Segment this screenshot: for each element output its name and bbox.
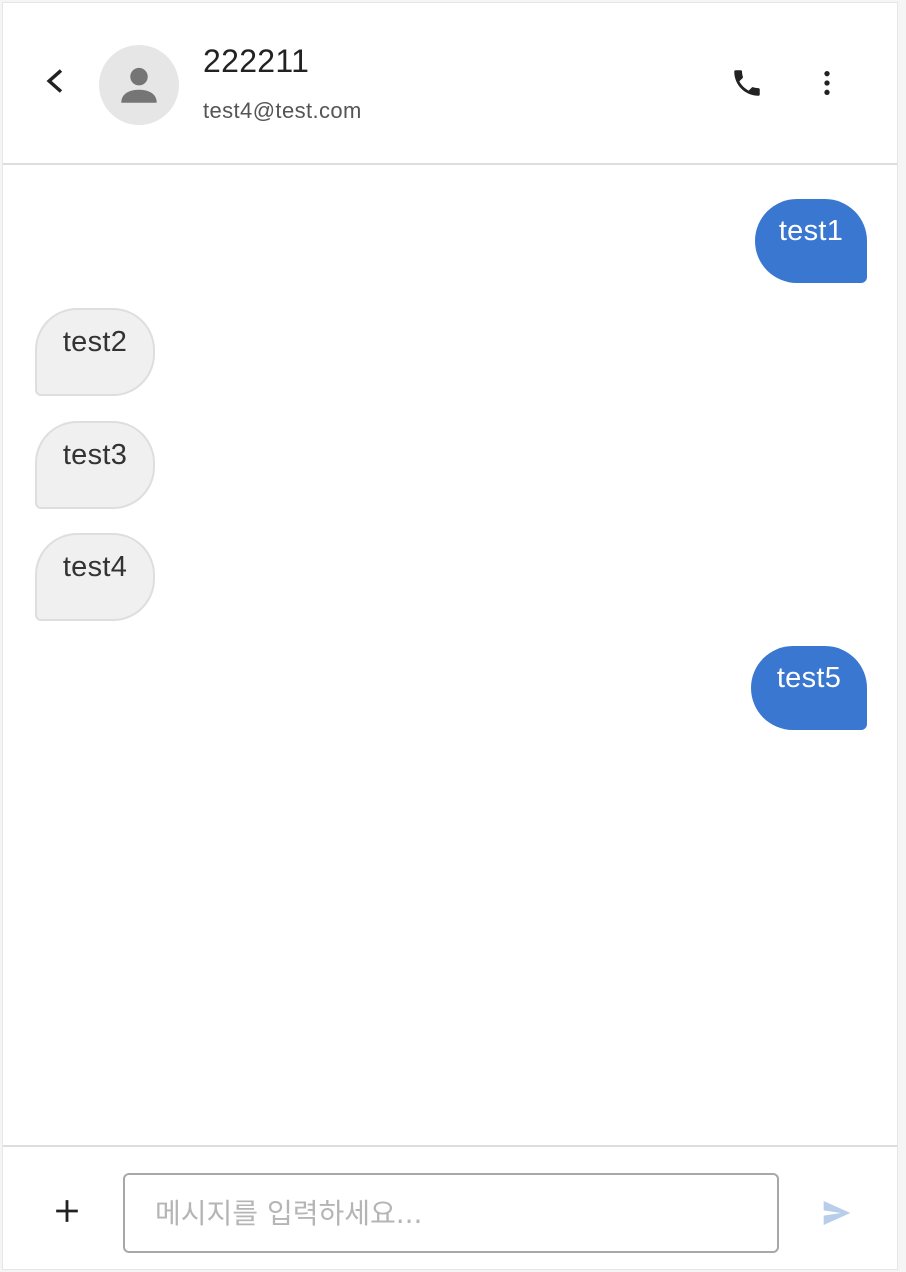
send-icon [823, 1201, 851, 1225]
message-bubble-received[interactable]: test4 [35, 533, 155, 621]
send-button[interactable] [811, 1189, 863, 1237]
chevron-left-icon [46, 69, 63, 93]
message-bubble-received[interactable]: test3 [35, 421, 155, 509]
message-bubble-sent[interactable]: test1 [755, 199, 867, 283]
more-vertical-icon [824, 71, 830, 95]
message-bubble-received[interactable]: test2 [35, 308, 155, 396]
chat-window: 222211 test4@test.com test1 test2 test3 … [2, 2, 898, 1270]
message-bubble-sent[interactable]: test5 [751, 646, 867, 730]
back-button[interactable] [33, 59, 77, 103]
message-input[interactable] [123, 1173, 779, 1253]
contact-email: test4@test.com [203, 98, 362, 123]
plus-icon [56, 1200, 78, 1222]
attach-button[interactable] [43, 1187, 91, 1235]
avatar [99, 45, 179, 125]
chat-header: 222211 test4@test.com [3, 3, 897, 165]
contact-name: 222211 [203, 43, 310, 79]
composer-bar [3, 1145, 897, 1271]
more-options-button[interactable] [803, 59, 851, 107]
phone-icon [734, 70, 760, 96]
person-icon [121, 67, 157, 103]
call-button[interactable] [723, 59, 771, 107]
